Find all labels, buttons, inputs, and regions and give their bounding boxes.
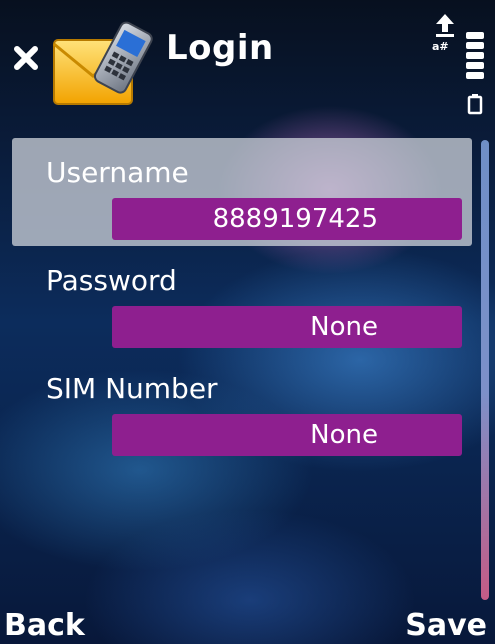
close-icon[interactable] xyxy=(12,44,40,72)
sim-number-label: SIM Number xyxy=(46,372,218,405)
svg-text:a#: a# xyxy=(432,40,449,52)
username-label: Username xyxy=(46,156,189,189)
data-transfer-icon: a# xyxy=(432,14,454,52)
back-softkey[interactable]: Back xyxy=(4,608,85,643)
login-form: Username 8889197425 Password None SIM Nu… xyxy=(12,138,472,462)
save-softkey[interactable]: Save xyxy=(405,608,487,643)
battery-icon xyxy=(467,94,483,115)
scrollbar[interactable] xyxy=(481,140,489,600)
password-label: Password xyxy=(46,264,177,297)
title-bar: Login a# xyxy=(0,0,495,120)
sim-number-row[interactable]: SIM Number None xyxy=(12,354,472,462)
username-field[interactable]: 8889197425 xyxy=(112,198,462,240)
signal-strength-icon xyxy=(466,32,484,115)
password-row[interactable]: Password None xyxy=(12,246,472,354)
page-title: Login xyxy=(166,28,274,68)
sim-number-field[interactable]: None xyxy=(112,414,462,456)
password-field[interactable]: None xyxy=(112,306,462,348)
username-row[interactable]: Username 8889197425 xyxy=(12,138,472,246)
softkey-bar: Back Save xyxy=(0,600,495,644)
envelope-phone-icon xyxy=(53,21,153,105)
